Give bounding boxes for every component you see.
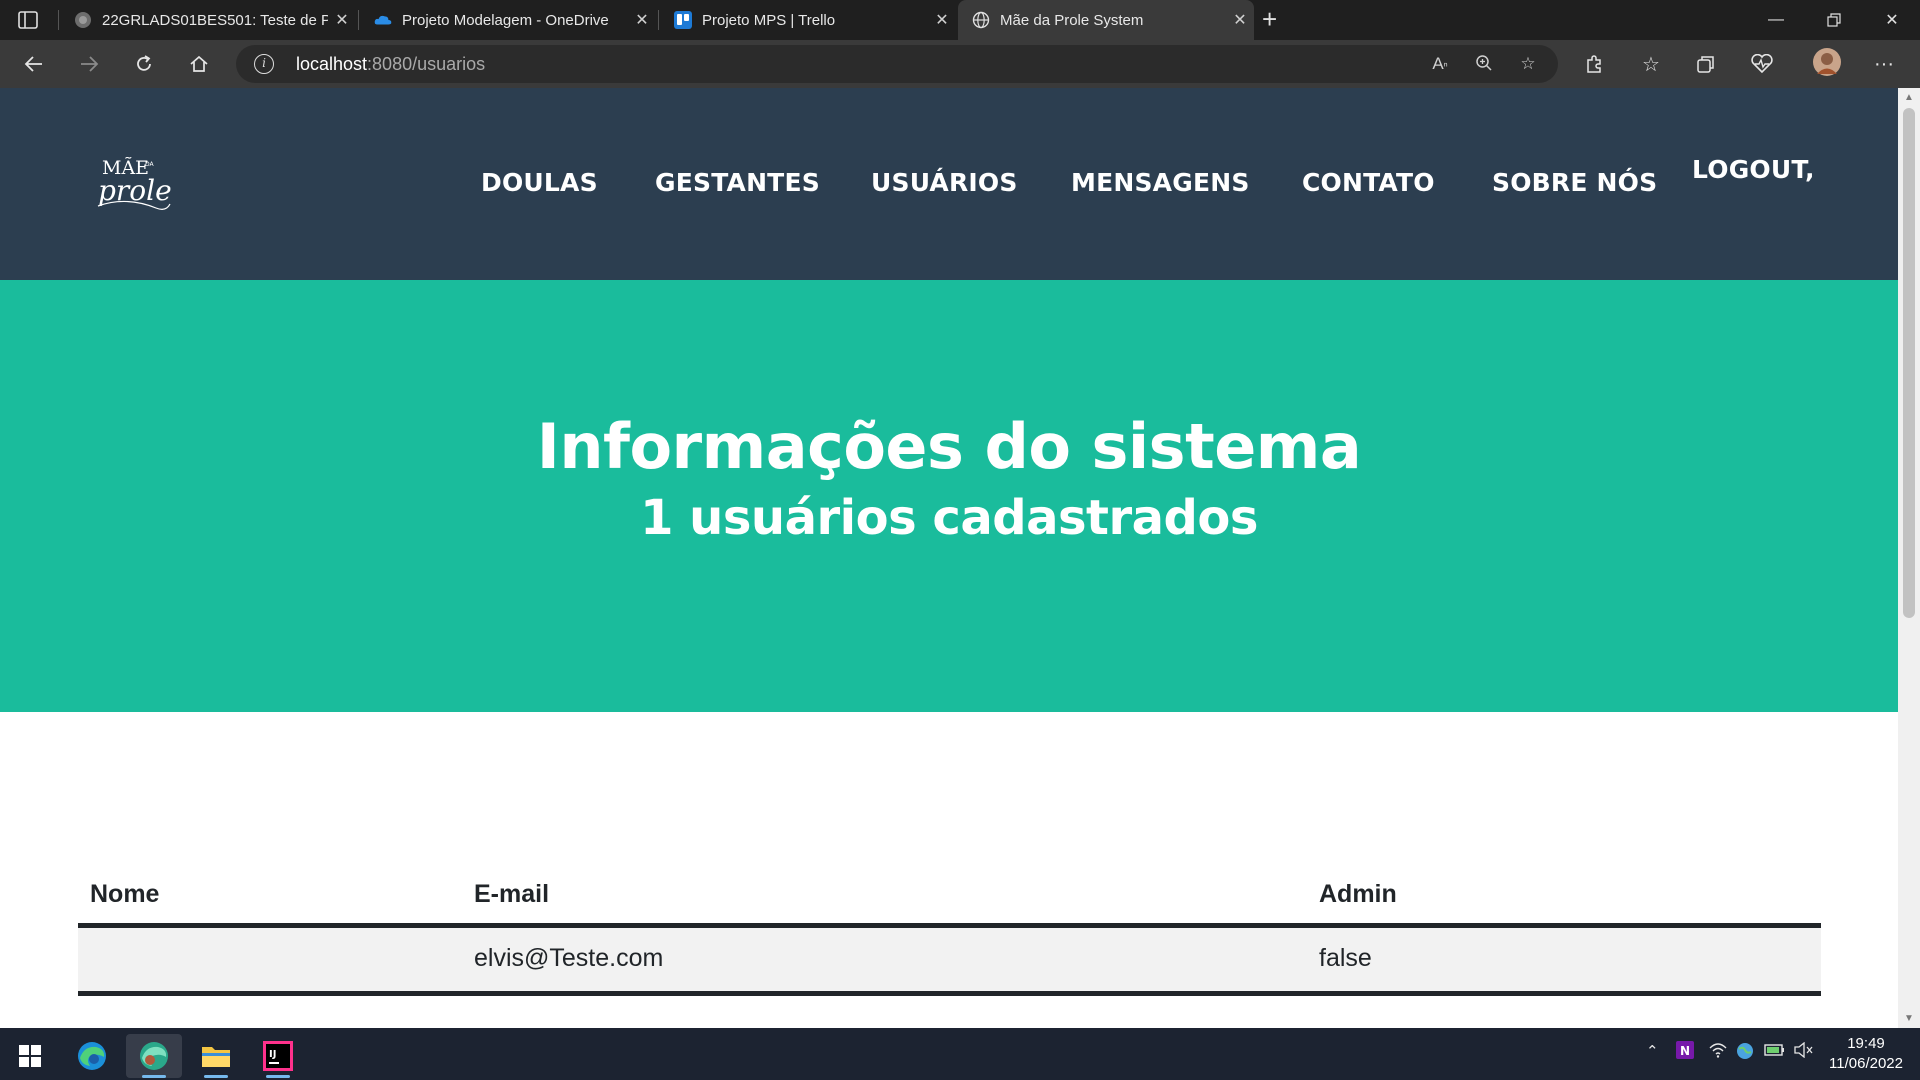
- svg-text:N: N: [1680, 1044, 1690, 1058]
- scroll-up-arrow-icon[interactable]: ▲: [1904, 92, 1914, 103]
- edge-dev-icon[interactable]: [126, 1034, 182, 1078]
- nav-gestantes[interactable]: GESTANTES: [655, 168, 820, 197]
- edge-icon[interactable]: [64, 1034, 120, 1078]
- refresh-icon[interactable]: [128, 50, 160, 78]
- network-globe-icon[interactable]: [1736, 1042, 1754, 1064]
- tab-moodle[interactable]: 22GRLADS01BES501: Teste de Pe ✕: [60, 0, 356, 40]
- moodle-icon: [74, 11, 92, 29]
- home-icon[interactable]: [183, 50, 215, 78]
- windows-start-icon[interactable]: [2, 1034, 58, 1078]
- tab-title: Mãe da Prole System: [1000, 11, 1144, 29]
- browser-tab-strip: 22GRLADS01BES501: Teste de Pe ✕ Projeto …: [0, 0, 1920, 40]
- tab-actions-icon[interactable]: [14, 8, 42, 32]
- tab-title: Projeto MPS | Trello: [702, 11, 836, 29]
- tab-separator: [658, 10, 659, 30]
- nav-contato[interactable]: CONTATO: [1302, 168, 1435, 197]
- logout-link[interactable]: LOGOUT,: [1692, 155, 1815, 184]
- close-tab-icon[interactable]: ✕: [928, 10, 956, 30]
- tab-onedrive[interactable]: Projeto Modelagem - OneDrive ✕: [360, 0, 656, 40]
- url-path: :8080/usuarios: [367, 54, 486, 74]
- table-row: elvis@Teste.com false: [78, 925, 1821, 996]
- close-tab-icon[interactable]: ✕: [628, 10, 656, 30]
- file-explorer-icon[interactable]: [188, 1034, 244, 1078]
- cell-nome: [78, 925, 462, 996]
- scrollbar-thumb[interactable]: [1903, 108, 1915, 618]
- clock-date: 11/06/2022: [1829, 1055, 1903, 1072]
- forward-icon[interactable]: [73, 50, 105, 78]
- read-aloud-icon[interactable]: Aⁿ: [1428, 54, 1452, 74]
- page-viewport: MÃE DA prole DOULAS GESTANTES USUÁRIOS M…: [0, 88, 1898, 1028]
- svg-text:IJ: IJ: [269, 1049, 276, 1060]
- hero-banner: Informações do sistema 1 usuários cadast…: [0, 280, 1898, 712]
- nav-sobre-nos[interactable]: SOBRE NÓS: [1492, 168, 1657, 197]
- browser-essentials-icon[interactable]: [1746, 50, 1778, 78]
- tray-overflow-chevron-icon[interactable]: ⌃: [1646, 1042, 1659, 1060]
- zoom-icon[interactable]: [1472, 54, 1496, 74]
- site-navbar: MÃE DA prole DOULAS GESTANTES USUÁRIOS M…: [0, 88, 1898, 280]
- url-host: localhost: [296, 54, 368, 74]
- url-text[interactable]: localhost:8080/usuarios: [296, 54, 485, 75]
- column-header-admin: Admin: [1307, 868, 1821, 928]
- extensions-icon[interactable]: [1578, 50, 1610, 78]
- close-tab-icon[interactable]: ✕: [328, 10, 356, 30]
- column-header-nome: Nome: [78, 868, 462, 928]
- tab-mae-da-prole[interactable]: Mãe da Prole System ✕: [958, 0, 1254, 40]
- users-table-container: Nome E-mail Admin elvis@Teste.com false: [78, 868, 1821, 996]
- site-info-icon[interactable]: i: [254, 54, 274, 74]
- new-tab-icon[interactable]: +: [1262, 4, 1277, 35]
- scroll-down-arrow-icon[interactable]: ▼: [1904, 1013, 1914, 1024]
- cell-admin: false: [1307, 925, 1821, 996]
- tab-title: Projeto Modelagem - OneDrive: [402, 11, 609, 29]
- page-title: Informações do sistema: [536, 410, 1362, 483]
- users-table: Nome E-mail Admin elvis@Teste.com false: [78, 868, 1821, 996]
- back-icon[interactable]: [18, 50, 50, 78]
- nav-usuarios[interactable]: USUÁRIOS: [871, 168, 1018, 197]
- more-menu-icon[interactable]: ···: [1868, 50, 1900, 78]
- user-count-subtitle: 1 usuários cadastrados: [640, 490, 1258, 546]
- tab-trello[interactable]: Projeto MPS | Trello ✕: [660, 0, 956, 40]
- wifi-icon[interactable]: [1708, 1042, 1728, 1062]
- svg-text:DA: DA: [145, 161, 155, 168]
- tab-separator: [358, 10, 359, 30]
- table-header-row: Nome E-mail Admin: [78, 868, 1821, 928]
- trello-icon: [674, 11, 692, 29]
- browser-toolbar: i localhost:8080/usuarios Aⁿ ☆ ☆ ···: [0, 40, 1920, 88]
- nav-doulas[interactable]: DOULAS: [481, 168, 598, 197]
- add-favorite-icon[interactable]: ☆: [1516, 54, 1540, 74]
- onedrive-icon: [374, 11, 392, 29]
- system-clock[interactable]: 19:49 11/06/2022: [1820, 1034, 1912, 1074]
- collections-icon[interactable]: [1690, 50, 1722, 78]
- globe-icon: [972, 11, 990, 29]
- cell-email: elvis@Teste.com: [462, 925, 1307, 996]
- close-tab-icon[interactable]: ✕: [1226, 10, 1254, 30]
- page-scrollbar[interactable]: ▲ ▼: [1898, 88, 1920, 1028]
- mae-da-prole-logo[interactable]: MÃE DA prole: [96, 150, 174, 216]
- onenote-icon[interactable]: N: [1676, 1041, 1694, 1063]
- column-header-email: E-mail: [462, 868, 1307, 928]
- nav-mensagens[interactable]: MENSAGENS: [1071, 168, 1250, 197]
- favorites-icon[interactable]: ☆: [1635, 50, 1667, 78]
- battery-icon[interactable]: [1764, 1042, 1786, 1062]
- volume-muted-icon[interactable]: [1794, 1041, 1814, 1062]
- tab-separator: [58, 10, 59, 30]
- tab-title: 22GRLADS01BES501: Teste de Pe: [102, 11, 328, 29]
- windows-taskbar: IJ ⌃ N 19:49 11/06/2022: [0, 1028, 1920, 1080]
- clock-time: 19:49: [1847, 1035, 1885, 1052]
- close-window-icon[interactable]: ✕: [1864, 0, 1920, 40]
- restore-icon[interactable]: [1806, 0, 1862, 40]
- address-bar[interactable]: i localhost:8080/usuarios Aⁿ ☆: [236, 45, 1558, 83]
- intellij-idea-icon[interactable]: IJ: [250, 1034, 306, 1078]
- minimize-icon[interactable]: —: [1748, 0, 1804, 40]
- profile-avatar[interactable]: [1811, 48, 1843, 76]
